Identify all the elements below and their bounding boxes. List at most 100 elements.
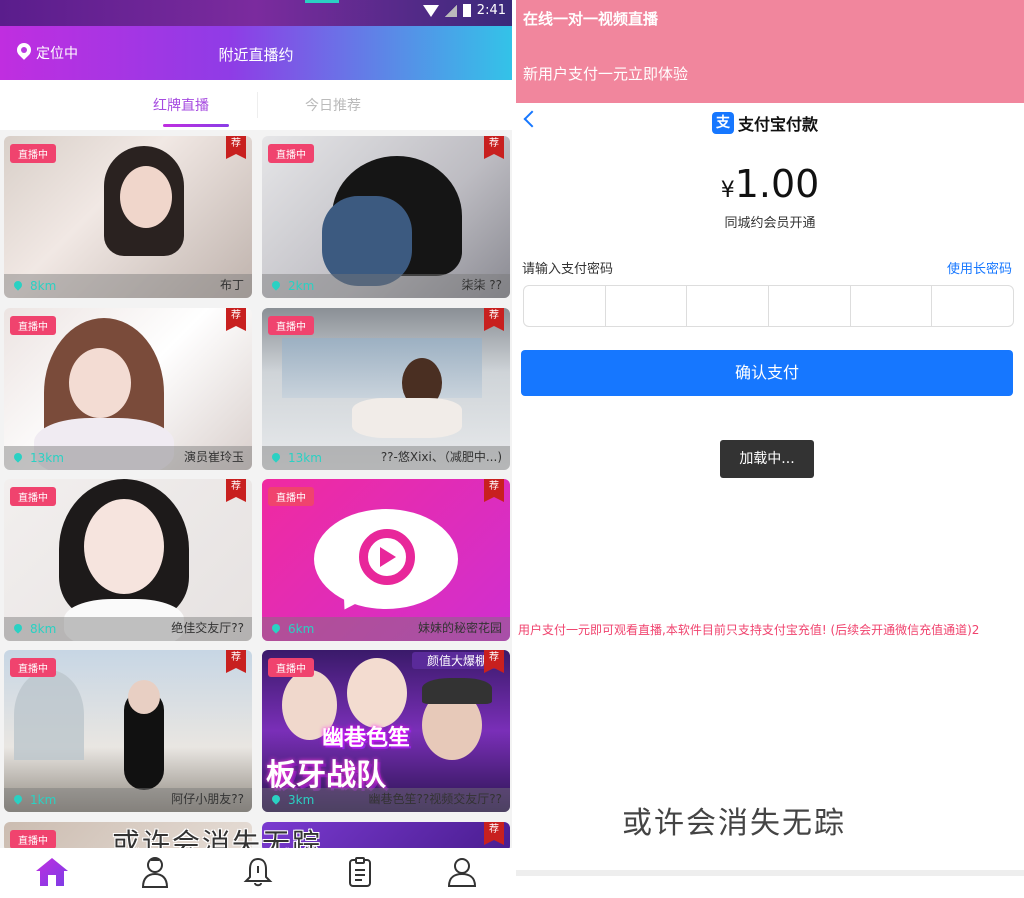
distance-value: 13km xyxy=(288,451,322,465)
bottom-nav xyxy=(0,848,512,898)
amount-value: 1.00 xyxy=(734,162,820,206)
payment-screen: 在线一对一视频直播 新用户支付一元立即体验 支 支付宝付款 ¥1.00 同城约会… xyxy=(516,0,1024,898)
card-hat xyxy=(422,678,492,704)
card-distance: 6km xyxy=(272,622,314,636)
recommend-badge: 荐 xyxy=(484,822,504,845)
loading-toast: 加载中... xyxy=(720,440,814,478)
user-icon xyxy=(447,858,477,887)
card-window xyxy=(282,338,482,398)
password-digit[interactable] xyxy=(606,286,688,326)
card-clothes xyxy=(352,398,462,438)
promo-subtitle: 新用户支付一元立即体验 xyxy=(523,65,689,83)
distance-pin-icon xyxy=(14,453,22,463)
currency-symbol: ¥ xyxy=(720,178,735,203)
password-input[interactable] xyxy=(523,285,1014,327)
live-card[interactable]: 直播中 荐 8km 绝佳交友厅?? xyxy=(4,479,252,641)
nav-profile[interactable] xyxy=(442,856,482,890)
live-card[interactable]: 直播中 荐 13km ??-悠Xixi、（减肥中...) xyxy=(262,308,510,470)
confirm-payment-button[interactable]: 确认支付 xyxy=(521,350,1013,396)
card-name: 绝佳交友厅?? xyxy=(171,621,244,635)
screen: 2:41 定位中 附近直播约 红牌直播 今日推荐 直播中 荐 8km 布丁 直播… xyxy=(0,0,1024,898)
recommend-badge: 荐 xyxy=(484,479,504,502)
distance-pin-icon xyxy=(272,795,280,805)
distance-value: 8km xyxy=(30,622,57,636)
live-card[interactable]: 直播中 荐 13km 演员崔玲玉 xyxy=(4,308,252,470)
distance-pin-icon xyxy=(14,281,22,291)
live-badge: 直播中 xyxy=(268,316,314,335)
tab-today-recommend[interactable]: 今日推荐 xyxy=(305,95,361,115)
card-name: 柒柒 ?? xyxy=(461,278,502,292)
app-bar: 定位中 附近直播约 xyxy=(0,26,512,80)
recommend-badge: 荐 xyxy=(226,308,246,331)
card-distance: 13km xyxy=(272,451,322,465)
promo-title: 在线一对一视频直播 xyxy=(523,10,659,28)
distance-pin-icon xyxy=(14,624,22,634)
live-card[interactable]: 颜值大爆棚 幽巷色笙 板牙战队 直播中 荐 3km 幽巷色笙??视频交友厅?? xyxy=(262,650,510,812)
nav-notifications[interactable] xyxy=(238,856,278,890)
distance-value: 2km xyxy=(288,279,315,293)
password-digit[interactable] xyxy=(687,286,770,326)
card-name: 演员崔玲玉 xyxy=(183,450,244,464)
payment-amount: ¥1.00 xyxy=(516,162,1024,206)
back-chevron-icon[interactable] xyxy=(523,110,541,128)
distance-value: 13km xyxy=(30,451,64,465)
payment-titlebar: 支 支付宝付款 xyxy=(516,103,1024,143)
live-card[interactable]: 直播中 荐 6km 妹妹的秘密花园 xyxy=(262,479,510,641)
tab-active-indicator xyxy=(163,124,229,127)
card-name: 幽巷色笙??视频交友厅?? xyxy=(368,792,502,806)
tab-divider xyxy=(257,92,258,118)
signal-icon xyxy=(444,4,457,17)
payment-title: 支 支付宝付款 xyxy=(712,111,818,135)
recommend-badge: 荐 xyxy=(484,136,504,159)
password-digit[interactable] xyxy=(769,286,851,326)
distance-pin-icon xyxy=(272,453,280,463)
status-bar: 2:41 xyxy=(0,0,512,26)
alipay-logo-icon: 支 xyxy=(712,112,734,134)
nav-home[interactable] xyxy=(32,856,72,890)
payment-title-label: 支付宝付款 xyxy=(738,115,819,134)
card-face xyxy=(84,499,164,594)
card-distance: 1km xyxy=(14,793,56,807)
tab-red-live[interactable]: 红牌直播 xyxy=(153,95,209,115)
nav-records[interactable] xyxy=(340,856,380,890)
distance-pin-icon xyxy=(272,281,280,291)
live-badge: 直播中 xyxy=(268,487,314,506)
notice-marquee: 用户支付一元即可观看直播,本软件目前只支持支付宝充值! (后续会开通微信充值通道… xyxy=(518,623,980,637)
recommend-badge: 荐 xyxy=(484,308,504,331)
card-distance: 2km xyxy=(272,279,314,293)
live-card[interactable]: 直播中 荐 2km 柒柒 ?? xyxy=(262,136,510,298)
banner-text-1: 幽巷色笙 xyxy=(322,726,411,751)
play-icon xyxy=(380,547,396,567)
live-card[interactable]: 直播中 荐 1km 阿仔小朋友?? xyxy=(4,650,252,812)
status-icons: 2:41 xyxy=(422,3,506,18)
live-badge: 直播中 xyxy=(10,830,56,849)
distance-pin-icon xyxy=(272,624,280,634)
card-name: ??-悠Xixi、（减肥中...) xyxy=(380,450,502,464)
distance-value: 8km xyxy=(30,279,57,293)
recommend-badge: 荐 xyxy=(226,479,246,502)
password-digit[interactable] xyxy=(851,286,933,326)
card-name: 妹妹的秘密花园 xyxy=(417,621,502,635)
nav-discover[interactable] xyxy=(135,856,175,890)
distance-pin-icon xyxy=(14,795,22,805)
wifi-icon xyxy=(422,4,439,17)
bottom-divider xyxy=(516,870,1024,876)
use-long-password-link[interactable]: 使用长密码 xyxy=(947,258,1012,277)
card-face xyxy=(69,348,131,418)
card-distance: 8km xyxy=(14,279,56,293)
live-badge: 直播中 xyxy=(10,487,56,506)
password-digit[interactable] xyxy=(524,286,606,326)
recommend-badge: 荐 xyxy=(484,650,504,673)
clipboard-icon xyxy=(349,857,371,887)
status-time: 2:41 xyxy=(476,3,506,18)
home-icon xyxy=(36,858,68,886)
live-badge: 直播中 xyxy=(268,144,314,163)
status-accent xyxy=(305,0,339,3)
live-app-screen: 2:41 定位中 附近直播约 红牌直播 今日推荐 直播中 荐 8km 布丁 直播… xyxy=(0,0,512,898)
recommend-badge: 荐 xyxy=(226,136,246,159)
card-distance: 3km xyxy=(272,793,314,807)
recommend-badge: 荐 xyxy=(226,650,246,673)
live-badge: 直播中 xyxy=(10,316,56,335)
password-digit[interactable] xyxy=(932,286,1013,326)
live-card[interactable]: 直播中 荐 8km 布丁 xyxy=(4,136,252,298)
